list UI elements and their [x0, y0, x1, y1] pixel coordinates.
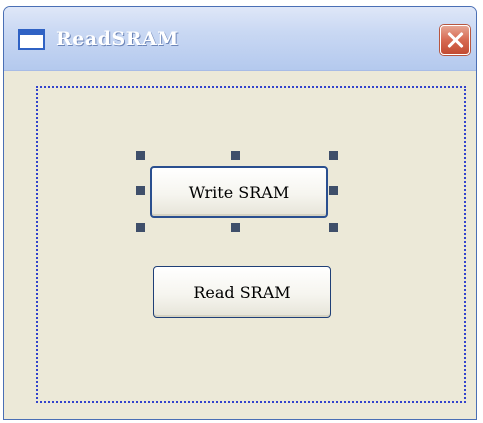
resize-handle-right[interactable]	[329, 186, 338, 195]
resize-handle-bottom-right[interactable]	[329, 223, 338, 232]
resize-handle-top[interactable]	[231, 151, 240, 160]
write-sram-button[interactable]: Write SRAM	[150, 166, 328, 218]
title-bar[interactable]: ReadSRAM	[4, 7, 476, 71]
form-design-area[interactable]	[36, 86, 466, 403]
resize-handle-left[interactable]	[136, 186, 145, 195]
resize-handle-top-left[interactable]	[136, 151, 145, 160]
form-window: ReadSRAM Write SRAM Read SRAM	[3, 6, 477, 420]
window-title: ReadSRAM	[56, 28, 179, 50]
close-icon[interactable]	[440, 25, 470, 55]
window-icon	[18, 29, 45, 50]
resize-handle-bottom[interactable]	[231, 223, 240, 232]
resize-handle-top-right[interactable]	[329, 151, 338, 160]
read-sram-button[interactable]: Read SRAM	[153, 266, 331, 318]
resize-handle-bottom-left[interactable]	[136, 223, 145, 232]
